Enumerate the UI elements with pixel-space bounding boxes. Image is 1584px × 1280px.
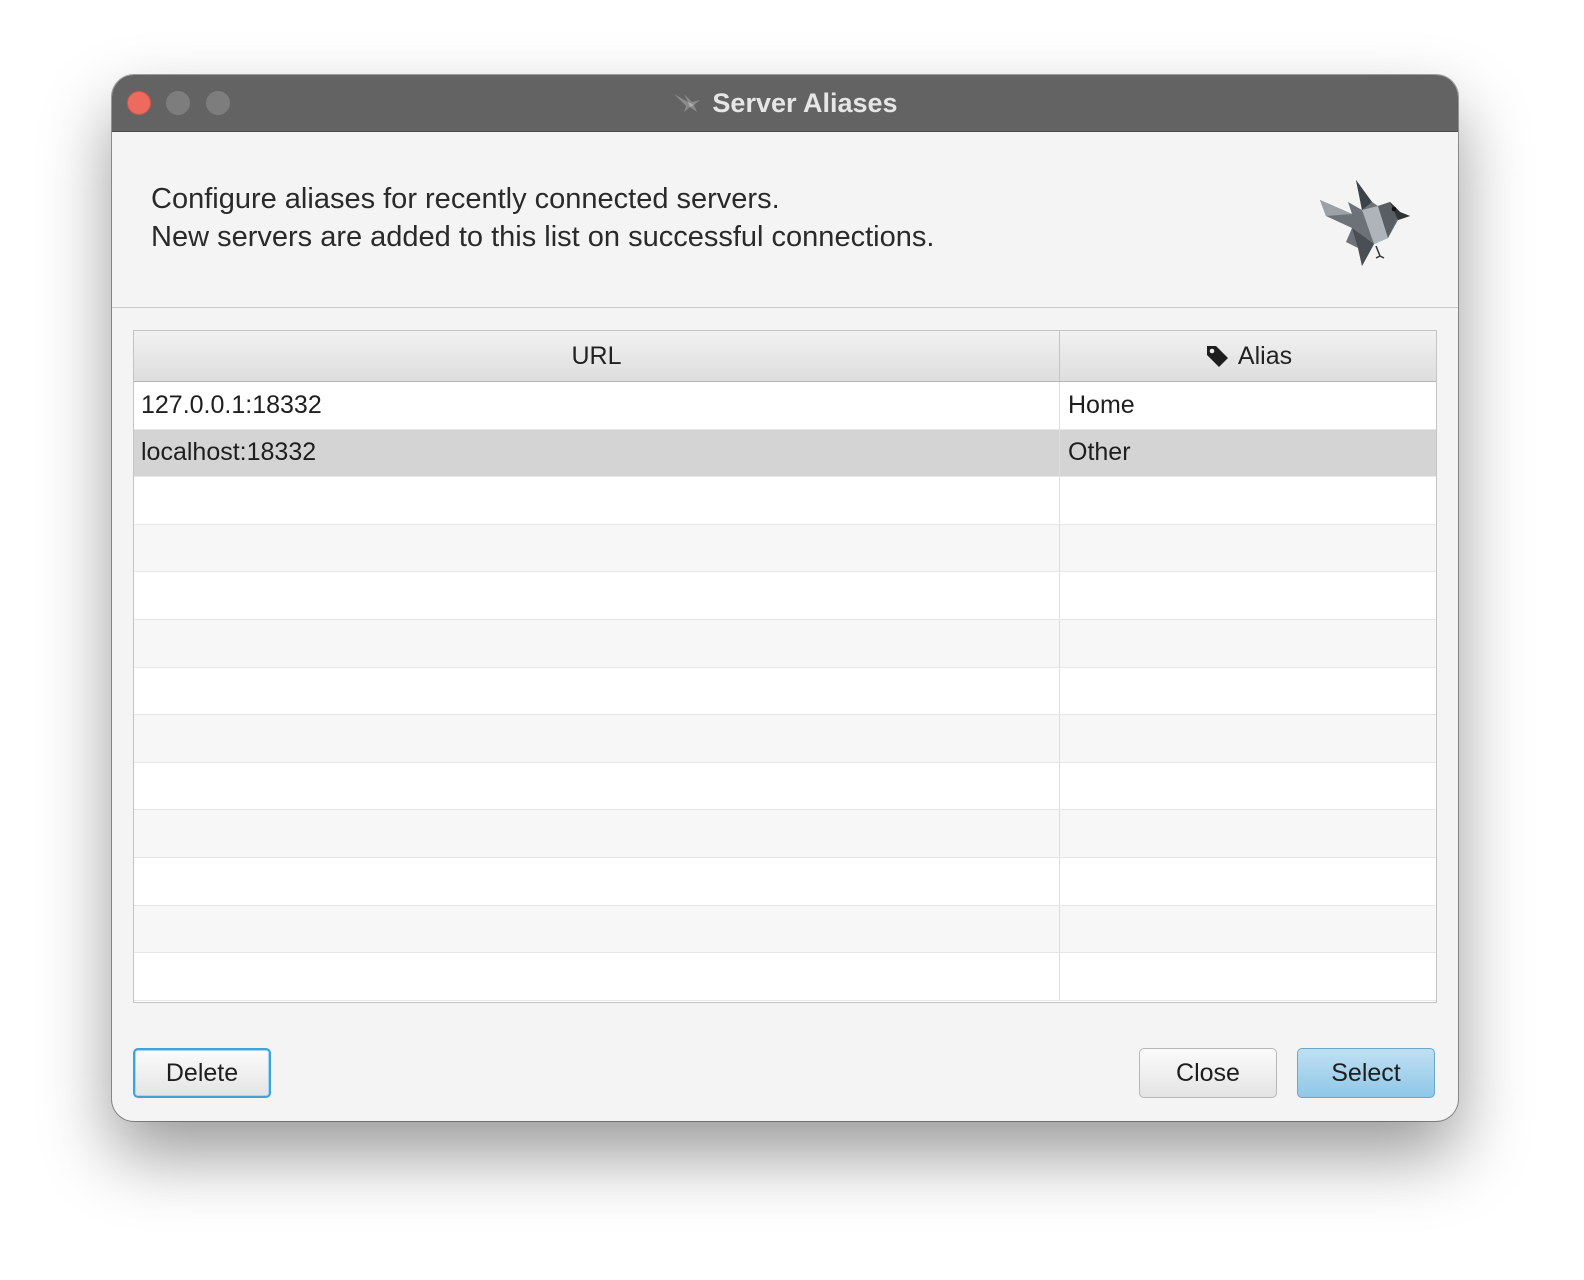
url-cell[interactable] — [134, 715, 1060, 762]
table-row[interactable]: localhost:18332 Other — [134, 429, 1436, 478]
table-row[interactable] — [134, 905, 1436, 954]
table-row[interactable] — [134, 857, 1436, 906]
url-cell[interactable] — [134, 619, 1060, 667]
column-header-url-label: URL — [571, 341, 622, 370]
description-line-1: Configure aliases for recently connected… — [151, 183, 780, 215]
table-row[interactable] — [134, 762, 1436, 811]
alias-cell[interactable]: Other — [1060, 430, 1436, 477]
column-header-alias-label: Alias — [1237, 341, 1293, 370]
alias-cell[interactable] — [1060, 858, 1436, 905]
alias-cell[interactable] — [1060, 763, 1436, 810]
alias-cell[interactable] — [1060, 953, 1436, 1000]
alias-cell[interactable] — [1060, 668, 1436, 715]
table-row[interactable] — [134, 572, 1436, 620]
column-header-url[interactable]: URL — [134, 331, 1060, 381]
url-cell[interactable] — [134, 953, 1060, 1000]
url-cell[interactable] — [134, 477, 1060, 524]
alias-cell[interactable] — [1060, 715, 1436, 762]
server-alias-table[interactable]: URL Alias 127.0.0.1:18332 Home localhost:1… — [133, 330, 1437, 1003]
alias-cell[interactable] — [1060, 906, 1436, 953]
url-cell[interactable] — [134, 524, 1060, 572]
url-cell[interactable] — [134, 572, 1060, 619]
alias-cell[interactable] — [1060, 477, 1436, 524]
url-cell[interactable] — [134, 667, 1060, 715]
table-row[interactable] — [134, 524, 1436, 573]
url-cell[interactable] — [134, 810, 1060, 857]
url-cell[interactable] — [134, 905, 1060, 953]
table-row[interactable] — [134, 810, 1436, 858]
tag-icon — [1206, 346, 1228, 367]
table-row[interactable] — [134, 953, 1436, 1001]
sparrow-icon — [674, 94, 701, 112]
alias-cell[interactable] — [1060, 620, 1436, 667]
alias-cell[interactable] — [1060, 810, 1436, 857]
header-description: Configure aliases for recently connected… — [151, 180, 934, 256]
close-button[interactable]: Close — [1139, 1048, 1277, 1098]
column-header-alias[interactable]: Alias — [1060, 331, 1436, 381]
select-button[interactable]: Select — [1297, 1048, 1435, 1098]
alias-cell[interactable]: Home — [1060, 382, 1436, 429]
delete-button[interactable]: Delete — [133, 1048, 271, 1098]
table-header: URL Alias — [134, 331, 1436, 382]
title-wrap: Server Aliases — [112, 75, 1458, 131]
table-row[interactable] — [134, 667, 1436, 716]
title-bar[interactable]: Server Aliases — [112, 75, 1458, 132]
table-row[interactable] — [134, 619, 1436, 668]
server-aliases-dialog: Server Aliases Configure aliases for rec… — [112, 75, 1458, 1121]
table-row[interactable]: 127.0.0.1:18332 Home — [134, 382, 1436, 430]
sparrow-logo-icon — [1320, 180, 1410, 266]
url-cell[interactable] — [134, 857, 1060, 905]
dialog-header: Configure aliases for recently connected… — [112, 132, 1458, 308]
url-cell[interactable] — [134, 762, 1060, 810]
alias-cell[interactable] — [1060, 525, 1436, 572]
url-cell[interactable]: 127.0.0.1:18332 — [134, 382, 1060, 429]
alias-cell[interactable] — [1060, 572, 1436, 619]
url-cell[interactable]: localhost:18332 — [134, 429, 1060, 477]
table-body: 127.0.0.1:18332 Home localhost:18332 Other — [134, 382, 1436, 1001]
window-title: Server Aliases — [712, 87, 898, 118]
description-line-2: New servers are added to this list on su… — [151, 221, 935, 253]
table-row[interactable] — [134, 715, 1436, 763]
table-row[interactable] — [134, 477, 1436, 525]
